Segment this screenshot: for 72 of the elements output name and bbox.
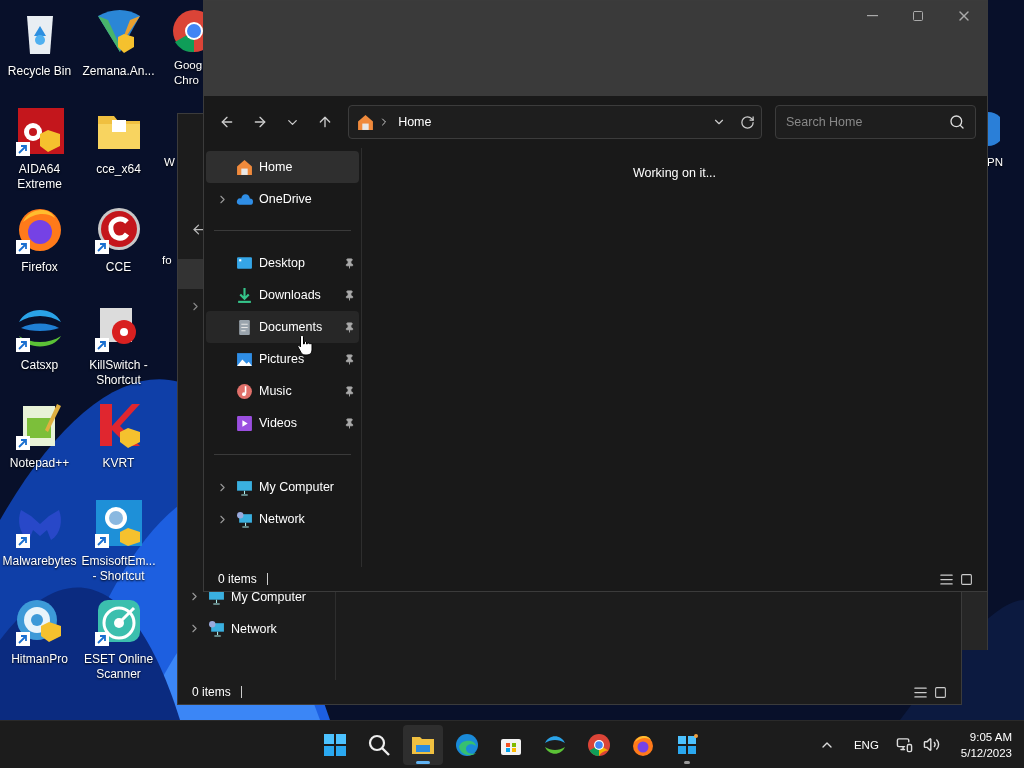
icon-label[interactable]: Goog Chro [174,58,203,88]
folder-app-button[interactable] [403,724,443,765]
icon-label[interactable]: fo [162,253,172,268]
minimize-icon [866,15,878,17]
icon-label[interactable]: HitmanPro [11,652,68,667]
pin-icon[interactable] [344,353,355,365]
document-icon [236,318,253,336]
volume-icon[interactable] [922,736,940,753]
icon-label[interactable]: W [164,155,175,170]
download-icon [236,286,253,304]
house-icon [357,113,375,131]
maximize-icon [912,10,924,22]
nav-item[interactable]: Videos [206,407,359,439]
icon-label[interactable]: cce_x64 [96,162,141,177]
nav-item[interactable]: My Computer [178,589,335,604]
loading-message: Working on it... [632,166,717,182]
image-icon [236,350,253,368]
nav-item[interactable]: Network [178,621,335,636]
icon-label[interactable]: Recycle Bin [7,64,72,79]
icon-label[interactable]: ESET Online Scanner [79,652,158,682]
video-icon [236,414,253,432]
clock[interactable]: 9:05 AM 5/12/2023 [960,728,1012,761]
icon-label[interactable]: PN [987,155,1007,170]
network-icon [208,620,225,637]
pin-icon[interactable] [344,289,355,301]
nav-item[interactable]: My Computer [206,471,359,503]
nav-item[interactable]: Documents [206,311,359,343]
details-view-icon[interactable] [939,571,954,587]
tiles-view-icon[interactable] [934,685,947,699]
language-indicator[interactable]: ENG [853,738,879,751]
app-icon[interactable] [988,112,1000,146]
search-field[interactable]: Search Home [784,114,949,130]
search-bar[interactable]: Search Home [775,105,976,139]
window-grid-icon [675,732,699,757]
pin-icon[interactable] [344,417,355,429]
nav-item[interactable]: Downloads [206,279,359,311]
item-count: 0 items [192,685,231,699]
icon-label[interactable]: Notepad++ [9,456,70,471]
icon-label[interactable]: KVRT [102,456,135,471]
icon-label[interactable]: CCE [105,260,132,275]
music-note-icon [236,382,253,400]
icon-label[interactable]: KillSwitch - Shortcut [79,358,158,388]
icon-label[interactable]: AIDA64 Extreme [0,162,79,192]
icon-label[interactable]: EmsisoftEm... - Shortcut [79,554,158,584]
nav-item[interactable]: Network [206,503,359,535]
network-icon[interactable] [895,736,913,753]
icon-label[interactable]: Firefox [21,260,58,275]
pin-icon[interactable] [344,321,355,333]
windows-logo-icon [323,732,347,757]
search-icon [367,732,391,757]
refresh-icon[interactable] [740,114,755,130]
round-browser-icon [587,732,611,757]
tiles-view-icon[interactable] [960,572,973,586]
address-bar[interactable]: Home [348,105,762,139]
desktop-icon [236,254,253,272]
network-icon [236,510,253,528]
icon-label[interactable]: Catsxp [20,358,59,373]
swirl-icon [455,732,479,757]
icon-label[interactable]: Malwarebytes [2,554,77,569]
nav-item[interactable]: Music [206,375,359,407]
icon-label[interactable]: Zemana.An... [82,64,155,79]
search-icon[interactable] [949,114,965,130]
hand-cursor-icon [297,334,313,356]
pin-icon[interactable] [344,385,355,397]
details-view-icon[interactable] [913,684,928,700]
nav-item[interactable]: Desktop [206,247,359,279]
monitor-icon [236,478,253,496]
nav-item[interactable]: OneDrive [206,183,359,215]
item-count: 0 items [218,572,257,586]
house-icon [236,158,253,176]
nav-item[interactable]: Home [206,151,359,183]
pin-icon[interactable] [344,257,355,269]
